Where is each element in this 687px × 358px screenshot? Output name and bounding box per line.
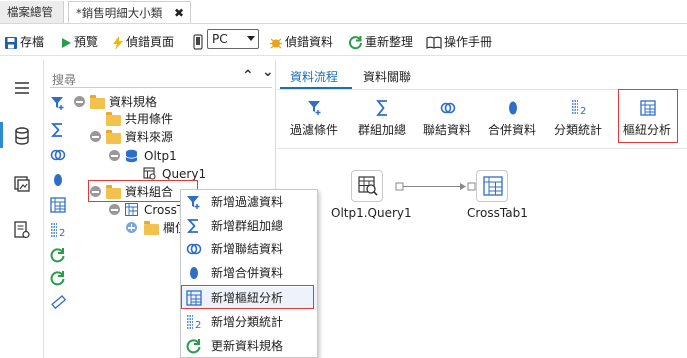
- image-gallery-icon[interactable]: [12, 174, 32, 194]
- sigma-icon: [186, 219, 198, 233]
- highlight-box-pivot-button: [618, 89, 678, 143]
- flow-node-crosstab[interactable]: [476, 170, 508, 202]
- filter-condition-button[interactable]: 過濾條件: [281, 97, 347, 141]
- database-icon[interactable]: [12, 126, 32, 146]
- category-stats-icon: 2: [187, 315, 201, 330]
- refresh-icon[interactable]: [50, 247, 66, 263]
- detect-data-button[interactable]: 偵錯資料: [269, 31, 333, 53]
- play-icon: [62, 37, 71, 48]
- folder-icon: [106, 112, 121, 126]
- refresh-icon: [349, 36, 362, 50]
- sigma-icon[interactable]: [50, 122, 66, 138]
- category-stats-button[interactable]: 2 分類統計: [545, 97, 611, 141]
- flow-editor-pane: 資料流程 資料關聯 過濾條件 群組加總 聯結資料 合併資料 2 分類統計 樞紐分…: [277, 60, 687, 358]
- category-stats-icon[interactable]: 2: [50, 222, 66, 238]
- flow-connector-arrow: [395, 182, 476, 191]
- refresh-icon[interactable]: [50, 270, 66, 286]
- tab-file-explorer[interactable]: 檔案總管: [0, 1, 64, 23]
- group-sum-button[interactable]: 群組加總: [349, 97, 415, 141]
- left-icon-bar: [0, 60, 44, 358]
- search-field[interactable]: 搜尋 ⌃ ⌄: [50, 64, 274, 88]
- merge-icon[interactable]: [50, 172, 66, 188]
- folder-icon: [90, 95, 105, 109]
- expand-toggle-icon[interactable]: [126, 222, 137, 233]
- svg-text:2: 2: [59, 228, 65, 238]
- sigma-icon: [376, 100, 387, 116]
- join-icon: [186, 243, 202, 255]
- collapse-toggle-icon[interactable]: [74, 96, 85, 107]
- toolbar-divider: [277, 148, 687, 149]
- refresh-icon: [186, 339, 201, 354]
- document-tab-strip: 檔案總管 *銷售明細大小類 ✖: [0, 0, 687, 24]
- save-icon: [5, 36, 17, 49]
- collapse-toggle-icon[interactable]: [90, 131, 101, 142]
- active-indicator: [0, 122, 3, 148]
- tab-data-flow[interactable]: 資料流程: [290, 68, 338, 85]
- folder-icon: [106, 130, 121, 144]
- pivot-icon[interactable]: [50, 197, 66, 213]
- bug-icon: [270, 38, 282, 48]
- merge-icon: [509, 101, 517, 115]
- device-select[interactable]: PC: [207, 29, 259, 49]
- svg-text:2: 2: [195, 320, 201, 330]
- detect-page-button[interactable]: 偵錯頁面: [112, 31, 174, 53]
- chevron-up-icon[interactable]: ⌃: [242, 68, 254, 84]
- tab-data-relations[interactable]: 資料關聯: [363, 68, 411, 85]
- pivot-icon: [483, 176, 503, 196]
- pivot-icon: [125, 203, 138, 216]
- flow-node-source[interactable]: [351, 170, 383, 202]
- svg-text:2: 2: [580, 106, 586, 117]
- table-query-icon: [358, 176, 378, 196]
- save-button[interactable]: 存檔: [4, 31, 44, 53]
- join-icon[interactable]: [50, 147, 66, 163]
- manual-button[interactable]: 操作手冊: [426, 31, 492, 53]
- filter-icon: [187, 196, 200, 209]
- close-tab-icon[interactable]: ✖: [174, 2, 184, 24]
- lightning-icon: [113, 35, 123, 50]
- collapse-toggle-icon[interactable]: [109, 150, 120, 161]
- collapse-toggle-icon[interactable]: [109, 204, 120, 215]
- join-icon: [440, 102, 456, 114]
- database-icon: [125, 149, 138, 163]
- preview-button[interactable]: 預覽: [60, 31, 98, 53]
- mobile-device-icon: [193, 34, 203, 50]
- tab-sales-detail[interactable]: *銷售明細大小類 ✖: [68, 1, 191, 23]
- add-filter-icon[interactable]: [50, 95, 66, 111]
- folder-icon: [144, 221, 159, 235]
- chevron-down-icon: [247, 36, 255, 41]
- menu-icon[interactable]: [12, 78, 32, 98]
- main-toolbar: 存檔 預覽 偵錯頁面 偵錯資料 重新整理 操作手冊: [0, 28, 687, 56]
- reorganize-button[interactable]: 重新整理: [348, 31, 413, 53]
- flow-node-crosstab-label: CrossTab1: [467, 206, 528, 220]
- merge-icon: [190, 267, 198, 279]
- chevron-down-icon[interactable]: ⌄: [262, 64, 274, 80]
- category-stats-icon: 2: [572, 100, 586, 117]
- join-data-button[interactable]: 聯結資料: [414, 97, 480, 141]
- merge-data-button[interactable]: 合併資料: [479, 97, 545, 141]
- flow-node-source-label: Oltp1.Query1: [331, 206, 412, 220]
- book-icon: [426, 36, 442, 49]
- settings-document-icon[interactable]: [12, 220, 32, 240]
- table-query-icon: [143, 167, 156, 180]
- ruler-icon[interactable]: [50, 294, 66, 310]
- filter-icon: [308, 101, 321, 115]
